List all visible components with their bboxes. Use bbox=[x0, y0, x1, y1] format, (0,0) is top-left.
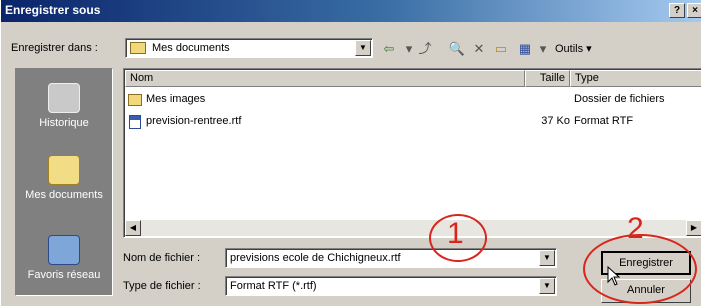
views-icon[interactable]: ▦ bbox=[515, 40, 535, 58]
places-bar: Historique Mes documents Favoris réseau bbox=[15, 68, 113, 296]
save-in-combo[interactable]: Mes documents ▼ bbox=[125, 38, 373, 58]
annotation-number-1: 1 bbox=[447, 217, 464, 250]
file-size: 37 Ko bbox=[541, 115, 570, 127]
up-folder-icon[interactable]: ⤴ bbox=[415, 40, 435, 58]
tools-menu[interactable]: Outils ▾ bbox=[555, 42, 592, 55]
views-dropdown-icon[interactable]: ▾ bbox=[533, 40, 553, 58]
file-type: Format RTF bbox=[574, 115, 634, 127]
folder-icon bbox=[128, 94, 142, 106]
horizontal-scrollbar[interactable]: ◀ ▶ bbox=[125, 220, 701, 236]
file-name: Mes images bbox=[146, 93, 206, 105]
help-button[interactable]: ? bbox=[669, 3, 685, 18]
column-header-size[interactable]: Taille bbox=[525, 70, 570, 87]
close-button[interactable]: × bbox=[687, 3, 701, 18]
window-title: Enregistrer sous bbox=[5, 3, 101, 17]
chevron-down-icon[interactable]: ▼ bbox=[539, 278, 555, 294]
filename-field[interactable]: previsions ecole de Chichigneux.rtf ▼ bbox=[225, 248, 557, 268]
filetype-select[interactable]: Format RTF (*.rtf) ▼ bbox=[225, 276, 557, 296]
save-in-label: Enregistrer dans : bbox=[11, 42, 98, 54]
history-icon bbox=[48, 83, 80, 113]
list-item[interactable]: Mes images Dossier de fichiers bbox=[126, 91, 701, 109]
column-header-name[interactable]: Nom bbox=[125, 70, 525, 87]
save-in-value: Mes documents bbox=[152, 42, 230, 54]
place-mes-documents[interactable]: Mes documents bbox=[16, 155, 112, 201]
rtf-file-icon bbox=[129, 115, 141, 129]
place-favoris-reseau[interactable]: Favoris réseau bbox=[16, 235, 112, 281]
filename-label: Nom de fichier : bbox=[123, 252, 201, 264]
search-web-icon[interactable]: 🔍 bbox=[447, 40, 467, 58]
file-list[interactable]: Nom Taille Type Mes images Dossier de fi… bbox=[123, 68, 701, 238]
place-label: Mes documents bbox=[25, 189, 103, 201]
filetype-label: Type de fichier : bbox=[123, 280, 201, 292]
network-icon bbox=[48, 235, 80, 265]
back-icon[interactable]: ⇦ bbox=[379, 40, 399, 58]
folder-icon bbox=[130, 42, 146, 54]
place-label: Historique bbox=[39, 117, 89, 129]
column-header-type[interactable]: Type bbox=[570, 70, 701, 87]
file-type: Dossier de fichiers bbox=[574, 93, 665, 105]
place-historique[interactable]: Historique bbox=[16, 83, 112, 129]
chevron-down-icon[interactable]: ▼ bbox=[355, 40, 371, 56]
new-folder-icon[interactable]: ▭ bbox=[491, 40, 511, 58]
delete-icon[interactable]: ✕ bbox=[469, 40, 489, 58]
filetype-value: Format RTF (*.rtf) bbox=[230, 280, 317, 292]
my-documents-icon bbox=[48, 155, 80, 185]
chevron-down-icon[interactable]: ▼ bbox=[539, 250, 555, 266]
annotation-number-2: 2 bbox=[627, 212, 644, 245]
scroll-right-icon[interactable]: ▶ bbox=[686, 220, 701, 236]
place-label: Favoris réseau bbox=[27, 269, 101, 281]
title-bar: Enregistrer sous ? × bbox=[1, 0, 701, 22]
file-name: prevision-rentree.rtf bbox=[146, 115, 242, 127]
list-item[interactable]: prevision-rentree.rtf 37 Ko Format RTF bbox=[126, 113, 701, 131]
save-as-dialog: Enregistrer sous ? × Enregistrer dans : … bbox=[0, 0, 701, 306]
scroll-left-icon[interactable]: ◀ bbox=[125, 220, 141, 236]
filename-value: previsions ecole de Chichigneux.rtf bbox=[230, 252, 401, 264]
